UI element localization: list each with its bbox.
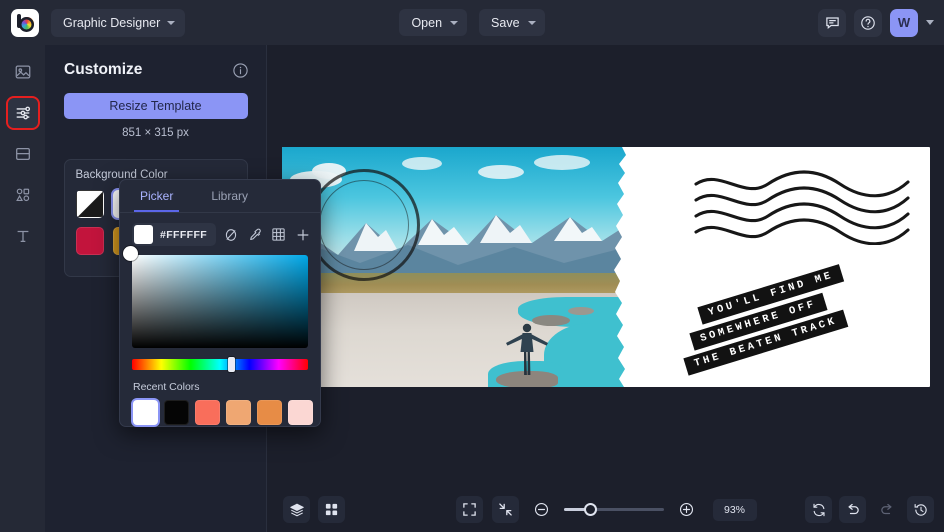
plus-icon[interactable] bbox=[293, 225, 312, 244]
template-dimensions: 851 × 315 px bbox=[122, 127, 189, 139]
comment-icon bbox=[825, 15, 840, 30]
artboard[interactable]: YOU'LL FIND ME SOMEWHERE OFF THE BEATEN … bbox=[282, 147, 930, 387]
hex-input[interactable]: #FFFFFF bbox=[132, 223, 217, 246]
person-figure bbox=[506, 323, 548, 375]
open-menu-button[interactable]: Open bbox=[399, 9, 468, 36]
sidebar-item-customize[interactable] bbox=[5, 96, 40, 130]
swatch-crimson[interactable] bbox=[75, 227, 104, 255]
palette-grid-icon[interactable] bbox=[269, 225, 288, 244]
bottom-right-group bbox=[805, 496, 934, 523]
tab-library[interactable]: Library bbox=[205, 180, 254, 212]
account-chevron-down-icon[interactable] bbox=[926, 20, 934, 25]
recent-color-swatch[interactable] bbox=[195, 400, 220, 425]
undo-icon bbox=[845, 502, 861, 518]
page-title: Customize bbox=[64, 61, 143, 78]
hue-slider-handle[interactable] bbox=[228, 357, 235, 372]
save-menu-button[interactable]: Save bbox=[479, 9, 545, 36]
recent-color-swatch[interactable] bbox=[226, 400, 251, 425]
help-button[interactable] bbox=[854, 8, 882, 37]
chevron-down-icon bbox=[450, 20, 459, 25]
recent-colors-label: Recent Colors bbox=[133, 381, 200, 393]
cloud bbox=[402, 157, 442, 170]
postmark-stamp-inner-ring bbox=[319, 180, 409, 270]
recent-color-swatch[interactable] bbox=[257, 400, 282, 425]
chevron-down-icon bbox=[167, 20, 176, 25]
canvas-area[interactable]: YOU'LL FIND ME SOMEWHERE OFF THE BEATEN … bbox=[268, 45, 944, 487]
chevron-down-icon bbox=[527, 20, 536, 25]
reset-icon bbox=[811, 502, 827, 518]
color-picker-toolbar: #FFFFFF bbox=[120, 213, 320, 246]
undo-button[interactable] bbox=[839, 496, 866, 523]
hex-value: #FFFFFF bbox=[160, 228, 208, 241]
open-label: Open bbox=[411, 15, 443, 30]
avatar-initial: W bbox=[897, 15, 911, 30]
history-icon bbox=[913, 502, 929, 518]
avatar[interactable]: W bbox=[890, 8, 918, 37]
bottom-toolbar: 93% bbox=[268, 487, 944, 532]
save-label: Save bbox=[491, 15, 520, 30]
eyedropper-icon[interactable] bbox=[245, 225, 264, 244]
app-root: Graphic Designer Open Save W Customize R… bbox=[0, 0, 944, 532]
cloud bbox=[478, 165, 524, 179]
color-picker-popup[interactable]: Picker Library #FFFFFF Recent Colors bbox=[119, 179, 321, 427]
layers-icon bbox=[289, 502, 305, 518]
zoom-level[interactable]: 93% bbox=[712, 498, 757, 521]
zoom-out-icon bbox=[533, 501, 550, 518]
sidebar-item-text[interactable] bbox=[8, 221, 38, 251]
torn-paper-edge bbox=[614, 147, 627, 387]
collapse-button[interactable] bbox=[491, 496, 519, 523]
sidebar-item-layout[interactable] bbox=[8, 139, 38, 169]
saturation-value-area[interactable] bbox=[123, 246, 308, 348]
sidebar-item-shapes[interactable] bbox=[8, 180, 38, 210]
postmark-waves bbox=[694, 170, 910, 245]
cloud bbox=[534, 155, 590, 170]
zoom-in-icon bbox=[678, 501, 695, 518]
sidebar-item-images[interactable] bbox=[8, 57, 38, 87]
bottom-left-group bbox=[283, 496, 345, 523]
help-icon bbox=[860, 15, 876, 31]
logo-stem bbox=[17, 13, 21, 28]
info-icon[interactable] bbox=[232, 62, 249, 79]
current-color-swatch bbox=[134, 225, 153, 244]
recent-color-swatch[interactable] bbox=[164, 400, 189, 425]
logo-rainbow bbox=[20, 16, 34, 31]
hue-slider[interactable] bbox=[132, 357, 308, 372]
tab-picker[interactable]: Picker bbox=[134, 180, 180, 212]
history-button[interactable] bbox=[907, 496, 934, 523]
postmark-stamp[interactable] bbox=[308, 169, 420, 281]
zoom-slider-handle[interactable] bbox=[583, 503, 597, 516]
top-header: Graphic Designer Open Save W bbox=[0, 0, 944, 45]
layers-button[interactable] bbox=[283, 496, 310, 523]
zoom-out-button[interactable] bbox=[528, 496, 555, 523]
resize-template-button[interactable]: Resize Template bbox=[63, 93, 248, 119]
swatch-gradient[interactable] bbox=[75, 190, 104, 218]
reset-button[interactable] bbox=[805, 496, 832, 523]
fit-screen-icon bbox=[462, 502, 477, 517]
app-logo[interactable] bbox=[11, 8, 39, 37]
left-tool-rail bbox=[0, 45, 45, 532]
recent-colors-row bbox=[133, 400, 320, 425]
redo-button[interactable] bbox=[873, 496, 900, 523]
zoom-in-button[interactable] bbox=[673, 496, 700, 523]
comment-button[interactable] bbox=[818, 8, 846, 37]
redo-icon bbox=[879, 502, 895, 518]
header-actions: W bbox=[818, 0, 934, 45]
project-name-label: Graphic Designer bbox=[63, 15, 161, 30]
grid-icon bbox=[324, 502, 339, 517]
no-color-icon[interactable] bbox=[221, 225, 240, 244]
grid-view-button[interactable] bbox=[318, 496, 345, 523]
zoom-slider[interactable] bbox=[563, 502, 664, 518]
saturation-value-handle[interactable] bbox=[123, 246, 138, 261]
rock-islet bbox=[568, 307, 594, 315]
collapse-icon bbox=[498, 502, 513, 517]
project-name-dropdown[interactable]: Graphic Designer bbox=[51, 8, 186, 37]
recent-color-swatch[interactable] bbox=[288, 400, 313, 425]
panel-header: Customize bbox=[45, 45, 266, 79]
fit-screen-button[interactable] bbox=[455, 496, 483, 523]
color-picker-tabs: Picker Library bbox=[120, 180, 320, 213]
recent-color-swatch[interactable] bbox=[133, 400, 158, 425]
